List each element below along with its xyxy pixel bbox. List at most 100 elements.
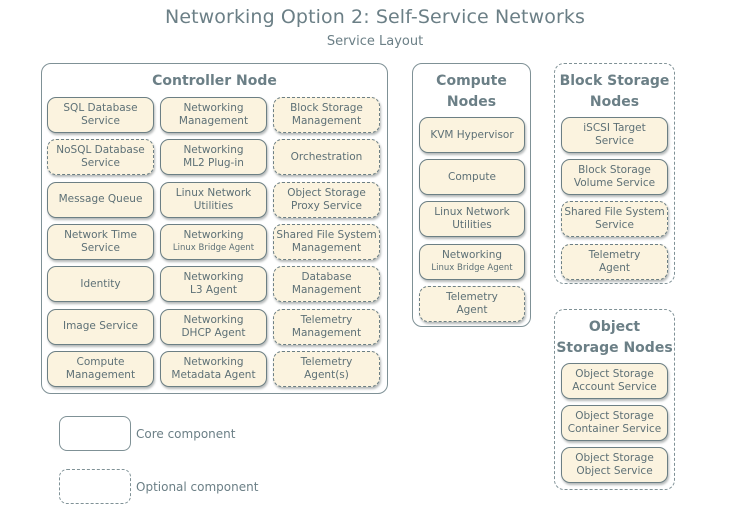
component-block-storage-management: Block Storage Management: [273, 97, 380, 133]
component-label-line1: Orchestration: [290, 150, 363, 163]
component-label-line1: Object Storage: [575, 452, 654, 465]
component-label-line1: Networking: [183, 228, 244, 241]
component-label-line1: KVM Hypervisor: [430, 128, 514, 141]
component-label-line1: Telemetry: [300, 355, 353, 368]
component-object-storage-container-service: Object Storage Container Service: [561, 405, 668, 442]
component-label-line2: Management: [291, 326, 362, 339]
object-storage-nodes-title: Object Storage Nodes: [555, 317, 674, 359]
component-label-line1: Telemetry: [300, 313, 353, 326]
compute-nodes: Compute Nodes KVM Hypervisor Compute Linux…: [412, 63, 531, 327]
component-label-line1: Compute: [448, 170, 496, 183]
component-label-line2: Service: [81, 157, 120, 170]
component-networking-ml2-plug-in: Networking ML2 Plug-in: [160, 139, 267, 176]
component-label-line1: Shared File System: [276, 228, 377, 241]
component-label-line2: Management: [291, 115, 362, 127]
component-label-line2: Metadata Agent: [171, 368, 256, 381]
component-label-line1: Image Service: [62, 320, 139, 332]
component-iscsi-target-service: iSCSI Target Service: [561, 117, 668, 153]
component-networking-l3-agent: Networking L3 Agent: [160, 266, 267, 303]
component-label-line2: Linux Bridge Agent: [172, 242, 255, 253]
component-label-line2: DHCP Agent: [181, 326, 246, 339]
component-identity: Identity: [47, 266, 154, 303]
component-label-line2: Management: [291, 284, 362, 297]
component-label-line1: Database: [301, 271, 352, 284]
controller-node-title: Controller Node: [152, 73, 277, 89]
component-label-line2: Container Service: [567, 423, 662, 436]
component-label-line1: Object Storage: [287, 186, 366, 199]
component-label-line1: Object Storage: [575, 368, 654, 380]
compute-nodes-title: Compute Nodes: [413, 71, 530, 113]
component-networking-linux-bridge-agent: Networking Linux Bridge Agent: [419, 243, 525, 280]
component-telemetry-agent: Telemetry Agent: [561, 243, 668, 280]
diagram-title: Networking Option 2: Self-Service Networ…: [165, 6, 585, 28]
object-title-line2: Storage Nodes: [556, 340, 673, 356]
component-label-line2: Agent: [456, 303, 488, 316]
block-title-line1: Block Storage: [559, 73, 670, 89]
component-label-line1: Network Time: [64, 228, 137, 241]
component-linux-network-utilities: Linux Network Utilities: [419, 201, 525, 238]
component-compute-management: Compute Management: [47, 350, 154, 387]
component-orchestration: Orchestration: [273, 139, 380, 176]
component-object-storage-account-service: Object Storage Account Service: [561, 363, 668, 399]
component-database-management: Database Management: [273, 266, 380, 303]
component-label-line2: ML2 Plug-in: [183, 157, 244, 170]
component-label-line1: Identity: [80, 277, 121, 290]
component-networking-linux-bridge-agent: Networking Linux Bridge Agent: [160, 223, 267, 260]
component-label-line1: Message Queue: [58, 193, 143, 206]
component-image-service: Image Service: [47, 308, 154, 345]
component-kvm-hypervisor: KVM Hypervisor: [419, 117, 525, 153]
component-label-line2: Account Service: [572, 381, 657, 393]
component-label-line1: Networking: [183, 271, 244, 284]
component-label-line1: Block Storage: [290, 102, 363, 114]
block-storage-nodes: Block Storage Nodes iSCSI Target Service B…: [554, 63, 675, 284]
component-label-line1: Linux Network: [434, 206, 510, 219]
component-label-line2: Service: [595, 135, 634, 147]
component-message-queue: Message Queue: [47, 181, 154, 218]
legend-core-swatch: [59, 416, 131, 451]
component-label-line2: L3 Agent: [190, 284, 237, 297]
component-telemetry-management: Telemetry Management: [273, 308, 380, 345]
component-telemetry-agent: Telemetry Agent: [419, 285, 525, 322]
component-label-line1: Telemetry: [588, 248, 641, 261]
component-label-line2: Agent: [598, 261, 631, 274]
component-label-line2: Management: [65, 368, 136, 381]
component-label-line1: Networking: [441, 248, 503, 261]
component-label-line1: Object Storage: [575, 410, 654, 423]
component-label-line1: Networking: [183, 313, 244, 326]
component-label-line2: Proxy Service: [291, 199, 362, 212]
component-block-storage-volume-service: Block Storage Volume Service: [561, 159, 668, 196]
component-label-line2: Service: [81, 115, 120, 127]
block-title-line2: Nodes: [589, 94, 640, 110]
component-label-line1: Networking: [183, 102, 244, 114]
object-title-line1: Object: [588, 319, 641, 335]
legend-core-label: Core component: [136, 427, 236, 441]
component-label-line1: Shared File System: [564, 206, 665, 219]
component-network-time-service: Network Time Service: [47, 223, 154, 260]
component-label-line1: Block Storage: [578, 164, 651, 177]
legend-optional-swatch: [59, 469, 131, 504]
component-label-line2: Utilities: [193, 199, 234, 212]
component-networking-dhcp-agent: Networking DHCP Agent: [160, 308, 267, 345]
component-label-line1: Networking: [183, 144, 244, 157]
component-label-line2: Management: [178, 115, 249, 127]
component-label-line2: Volume Service: [573, 177, 656, 190]
component-label-line2: Service: [595, 219, 634, 232]
component-networking-metadata-agent: Networking Metadata Agent: [160, 350, 267, 387]
component-label-line2: Linux Bridge Agent: [431, 262, 513, 273]
diagram-subtitle: Service Layout: [326, 34, 424, 49]
component-networking-management: Networking Management: [160, 97, 267, 133]
compute-title-line1: Compute: [436, 73, 507, 89]
component-label-line2: Utilities: [452, 219, 492, 232]
component-label-line2: Object Service: [576, 465, 653, 478]
component-label-line1: Networking: [183, 355, 244, 368]
component-label-line1: Linux Network: [175, 186, 252, 199]
component-shared-file-system-management: Shared File System Management: [273, 223, 380, 260]
controller-node: Controller Node SQL Database Service Netwo…: [41, 63, 388, 394]
component-label-line2: Service: [81, 241, 120, 254]
legend-optional-label: Optional component: [136, 480, 259, 494]
compute-title-line2: Nodes: [446, 94, 497, 110]
component-telemetry-agent-s: Telemetry Agent(s): [273, 350, 380, 387]
component-label-line2: Agent(s): [304, 368, 349, 381]
component-label-line1: SQL Database: [63, 102, 138, 114]
component-label-line2: Management: [291, 241, 362, 254]
